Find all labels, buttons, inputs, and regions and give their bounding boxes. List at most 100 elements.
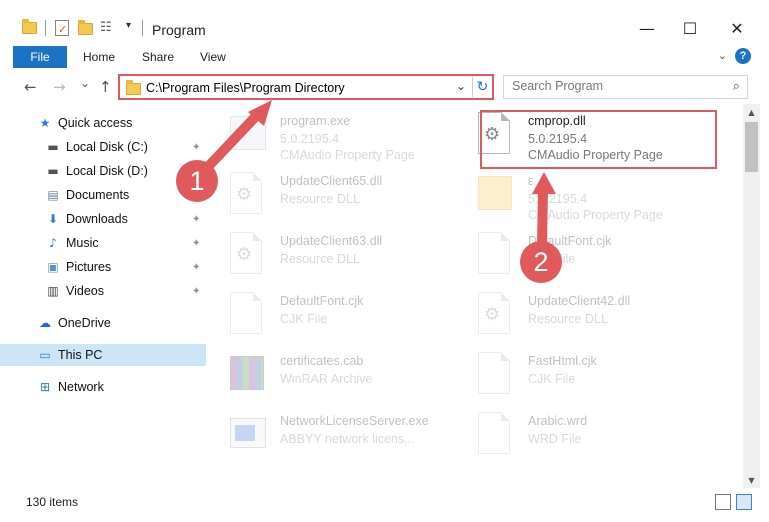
cloud-icon: ☁ <box>39 316 51 330</box>
address-bar[interactable]: C:\Program Files\Program Directory ⌄ ↻ <box>118 74 494 100</box>
sidebar-item-documents[interactable]: ▤Documents✦ <box>0 184 206 206</box>
chevron-down-icon[interactable]: ⌄ <box>456 79 466 93</box>
maximize-button[interactable]: ☐ <box>680 18 700 38</box>
customize-quick-access-icon[interactable]: ☷ <box>100 20 112 35</box>
file-detail: Resource DLL <box>528 312 608 326</box>
file-name: FastHtml.cjk <box>528 354 597 368</box>
file-item[interactable]: ⚙ UpdateClient63.dll Resource DLL <box>210 224 450 280</box>
archive-icon <box>230 352 266 396</box>
tab-home[interactable]: Home <box>83 50 115 64</box>
file-detail: Resource DLL <box>280 252 360 266</box>
quick-access-dropdown-icon[interactable]: ▾ <box>126 20 131 31</box>
file-item[interactable]: FastHtml.cjk CJK File <box>458 344 698 400</box>
forward-button[interactable]: → <box>53 78 66 96</box>
file-name: ε <box>528 174 534 188</box>
sidebar-item-onedrive[interactable]: ☁ OneDrive <box>0 312 206 334</box>
file-item[interactable]: program.exe 5.0.2195.4 CMAudio Property Pa… <box>210 104 450 162</box>
sidebar-item-label: OneDrive <box>58 316 111 330</box>
file-detail: CJK File <box>280 312 328 326</box>
search-icon[interactable]: ⌕ <box>733 79 740 94</box>
recent-locations-button[interactable]: ⌄ <box>80 76 90 90</box>
minimize-button[interactable]: — <box>637 18 657 38</box>
up-button[interactable]: ↑ <box>99 78 112 96</box>
scrollbar[interactable]: ▲ ▼ <box>743 104 760 488</box>
file-item[interactable]: DefaultFont.cjk CJK File <box>210 284 450 340</box>
sidebar-item-downloads[interactable]: ⬇ Downloads ✦ <box>0 208 206 230</box>
sidebar-item-this-pc[interactable]: ▭ This PC <box>0 344 206 366</box>
scroll-thumb[interactable] <box>745 122 758 172</box>
computer-icon: ▭ <box>39 348 51 362</box>
pictures-icon: ▣ <box>47 260 59 274</box>
dll-file-icon: ⚙ <box>478 292 514 336</box>
drive-icon: ▬ <box>47 140 59 154</box>
file-item[interactable]: DefaultFont.cjkCJK File <box>458 224 698 280</box>
drive-icon: ▬ <box>47 164 59 178</box>
search-input[interactable] <box>512 79 722 93</box>
file-item[interactable]: ⚙ UpdateClient65.dll Resource DLL <box>210 164 450 220</box>
details-view-icon[interactable] <box>715 494 731 510</box>
sidebar-item-videos[interactable]: ▥ Videos ✦ <box>0 280 206 302</box>
file-name: UpdateClient65.dll <box>280 174 383 188</box>
pin-icon[interactable]: ✦ <box>192 286 200 297</box>
sidebar-item-music[interactable]: ♪ Music ✦ <box>0 232 206 254</box>
network-icon: ⊞ <box>39 380 51 394</box>
sidebar-item-label: Downloads <box>66 212 128 226</box>
sidebar-item-network[interactable]: ⊞ Network <box>0 376 206 398</box>
back-button[interactable]: ← <box>24 78 37 96</box>
close-button[interactable]: ✕ <box>727 18 747 38</box>
pin-icon[interactable]: ✦ <box>192 262 200 273</box>
file-detail: Resource DLL <box>280 192 360 206</box>
file-name: UpdateClient42.dll <box>528 294 631 308</box>
properties-icon[interactable]: ✓ <box>55 20 69 36</box>
file-item[interactable]: ε 5.0.2195.4 CMAudio Property Page <box>458 164 698 222</box>
file-item[interactable]: Arabic.wrd WRD File <box>458 404 698 460</box>
sidebar-item-label: Videos <box>66 284 104 298</box>
document-icon <box>478 412 514 456</box>
file-description: CMAudio Property Page <box>528 208 663 222</box>
help-icon[interactable]: ? <box>735 48 751 64</box>
file-name: Arabic.wrd <box>528 414 588 428</box>
scroll-down-button[interactable]: ▼ <box>743 472 760 488</box>
pin-icon[interactable]: ✦ <box>192 214 200 225</box>
window-title: Program <box>152 22 206 38</box>
file-item[interactable]: certificates.cab WinRAR Archive <box>210 344 450 400</box>
sidebar-item-label: Quick access <box>58 116 133 130</box>
sidebar-item-local-disk-c[interactable]: ▬ Local Disk (C:) ✦ <box>0 136 206 158</box>
file-item[interactable]: ⚙ UpdateClient42.dll Resource DLL <box>458 284 698 340</box>
file-name: DefaultFont.cjk <box>280 294 364 308</box>
tab-file[interactable]: File <box>13 46 67 68</box>
new-folder-icon[interactable] <box>78 20 94 36</box>
executable-icon <box>230 112 266 156</box>
file-detail: 5.0.2195.4 <box>528 192 588 206</box>
document-icon <box>478 352 514 396</box>
large-icons-view-icon[interactable] <box>736 494 752 510</box>
document-icon: ▤ <box>47 188 59 202</box>
application-icon <box>230 412 266 456</box>
download-icon: ⬇ <box>47 212 59 226</box>
file-detail: WRD File <box>528 432 582 446</box>
sidebar-item-pictures[interactable]: ▣ Pictures ✦ <box>0 256 206 278</box>
item-count: 130 items <box>26 495 79 509</box>
annotation-badge-2: 2 <box>520 241 562 283</box>
document-icon <box>478 232 514 276</box>
tab-view[interactable]: View <box>200 50 226 64</box>
pin-icon[interactable]: ✦ <box>192 142 200 153</box>
star-icon: ★ <box>39 116 51 130</box>
sidebar-item-label: This PC <box>58 348 103 362</box>
refresh-button[interactable]: ↻ <box>472 77 492 97</box>
folder-icon <box>126 80 141 95</box>
sidebar-item-label: Documents <box>66 188 130 202</box>
separator <box>45 20 46 36</box>
tab-share[interactable]: Share <box>142 50 174 64</box>
file-item[interactable]: NetworkLicenseServer.exe ABBYY network li… <box>210 404 450 460</box>
address-path[interactable]: C:\Program Files\Program Directory <box>146 81 345 95</box>
scroll-up-button[interactable]: ▲ <box>743 104 760 120</box>
separator <box>142 20 143 36</box>
chevron-down-icon[interactable]: ⌄ <box>718 49 727 62</box>
file-detail: CJK File <box>528 372 576 386</box>
search-box[interactable]: ⌕ <box>503 75 748 99</box>
highlight-box <box>480 110 717 169</box>
pin-icon[interactable]: ✦ <box>192 238 200 249</box>
sidebar-item-label: Network <box>58 380 104 394</box>
sidebar-item-quick-access[interactable]: ★ Quick access <box>0 112 206 134</box>
